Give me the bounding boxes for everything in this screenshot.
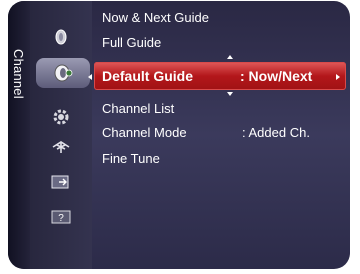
chevron-right-icon: [336, 74, 340, 80]
scroll-up-indicator: [227, 55, 233, 59]
menu-item-channel-list[interactable]: Channel List: [102, 99, 342, 119]
icon-column: ?: [30, 1, 92, 269]
channel-mode-label: Channel Mode: [102, 125, 187, 140]
category-strip: Channel: [8, 1, 30, 269]
menu-list: Now & Next Guide Full Guide Default Guid…: [92, 1, 350, 269]
menu-item-now-next-guide[interactable]: Now & Next Guide: [102, 8, 342, 28]
settings-gear-icon[interactable]: [30, 105, 92, 129]
input-source-icon[interactable]: [30, 170, 92, 194]
menu-item-channel-mode[interactable]: Channel Mode : Added Ch.: [102, 123, 342, 143]
default-guide-label: Default Guide: [102, 68, 194, 84]
svg-text:?: ?: [58, 213, 64, 224]
default-guide-value: : Now/Next: [240, 68, 313, 84]
category-label: Channel: [11, 49, 26, 99]
antenna-tower-icon[interactable]: [30, 135, 92, 159]
scroll-down-indicator: [227, 92, 233, 96]
menu-item-full-guide[interactable]: Full Guide: [102, 33, 342, 53]
antenna-dish-icon[interactable]: [30, 25, 92, 49]
tv-osd-menu: Channel ? Now & Next Guide Full Guide De…: [8, 1, 350, 269]
channel-icon[interactable]: [36, 58, 90, 88]
channel-mode-value: : Added Ch.: [242, 125, 310, 140]
menu-item-default-guide[interactable]: Default Guide : Now/Next: [94, 62, 346, 90]
menu-item-fine-tune[interactable]: Fine Tune: [102, 149, 342, 169]
help-icon[interactable]: ?: [30, 205, 92, 229]
